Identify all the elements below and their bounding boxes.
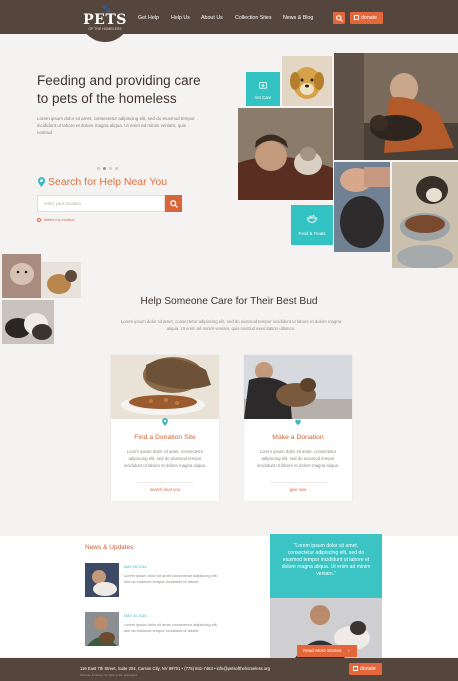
dog-portrait-photo	[282, 56, 332, 106]
best-bud-body: Lorem ipsum dolor sit amet, consectetur …	[120, 319, 342, 331]
vet-care-tile[interactable]: Vet Care	[246, 72, 280, 106]
dog-eating-bowl-photo	[392, 162, 458, 268]
donation-site-card[interactable]: Find a Donation Site Lorem ipsum dolor s…	[111, 355, 219, 501]
hero-title-line-1: Feeding and providing care	[37, 73, 201, 88]
detect-location-link[interactable]: detect my location	[44, 218, 75, 222]
give-now-link[interactable]: give now	[244, 487, 352, 492]
crosshair-icon	[37, 218, 41, 222]
hands-with-kitten-photo	[2, 254, 41, 298]
make-donation-card[interactable]: Make a Donation Lorem ipsum dolor sit am…	[244, 355, 352, 501]
news-thumb-photo	[85, 563, 119, 597]
hands-dog-photo	[334, 162, 390, 252]
food-bowl-icon	[307, 215, 317, 223]
food-treats-tile[interactable]: Food & Treats	[291, 205, 333, 245]
hero-title: Feeding and providing care to pets of th…	[37, 72, 237, 108]
vet-care-label: Vet Care	[254, 95, 272, 100]
card-title: Make a Donation	[272, 434, 324, 441]
news-thumb-photo	[85, 612, 119, 646]
footer-credit: Website & Design by Pets of the Homeless	[80, 673, 138, 677]
search-help-title: Search for Help Near You	[48, 176, 168, 188]
man-dog-hug-photo	[244, 355, 352, 419]
donate-label: donate	[360, 666, 376, 672]
nav-help-us[interactable]: Help Us	[171, 15, 190, 21]
footer-donate-button[interactable]: donate	[349, 663, 382, 675]
slider-dot[interactable]	[115, 167, 118, 170]
donate-label: donate	[361, 15, 377, 21]
news-date: MAY 20 2016	[124, 614, 147, 618]
hero-body: Lorem ipsum dolor sit amet, consectetur …	[37, 116, 195, 135]
man-hugging-dog-photo	[244, 355, 352, 419]
slider-dot-active[interactable]	[103, 167, 106, 170]
search-icon	[169, 199, 178, 208]
news-thumbnail[interactable]	[85, 612, 119, 646]
card-title: Find a Donation Site	[134, 434, 196, 441]
chevron-right-icon: ›	[348, 648, 350, 653]
kitten-photo	[2, 254, 41, 298]
nav-about-us[interactable]: About Us	[201, 15, 223, 21]
page: Get Help Help Us About Us Collection Sit…	[0, 0, 458, 681]
location-input[interactable]: enter your location	[37, 195, 165, 212]
read-more-stories-button[interactable]: Read More Stories ›	[297, 645, 357, 657]
food-treats-label: Food & Treats	[298, 231, 326, 236]
news-title: News & Updates	[85, 544, 134, 551]
man-with-dog-photo	[334, 53, 458, 160]
paw-icon: 🐾	[102, 6, 111, 13]
search-icon	[335, 14, 343, 22]
dog-and-cat-photo	[41, 262, 81, 298]
dog-bowl-photo	[392, 162, 458, 268]
man-dog-photo	[334, 53, 458, 160]
news-excerpt[interactable]: Lorem ipsum dolor sit amet consectetur a…	[124, 622, 219, 634]
nav-collection-sites[interactable]: Collection Sites	[235, 15, 272, 21]
man-with-cat-photo	[238, 108, 333, 200]
man-cat-photo	[238, 108, 333, 200]
logo[interactable]: 🐾 PETS OF THE HOMELESS	[80, 0, 130, 42]
best-bud-title: Help Someone Care for Their Best Bud	[140, 296, 318, 307]
nav-get-help[interactable]: Get Help	[138, 15, 159, 21]
card-divider	[270, 482, 326, 483]
news-section	[0, 536, 458, 657]
location-pin-icon	[38, 177, 45, 187]
card-body: Lorem ipsum dolor sit amet, consectetur …	[123, 449, 207, 468]
slider-dots	[97, 157, 121, 175]
donate-button[interactable]: donate	[350, 12, 383, 24]
card-divider	[137, 482, 193, 483]
dog-cat-photo	[41, 262, 81, 298]
location-pin-icon	[162, 418, 168, 426]
read-more-label: Read More Stories	[303, 648, 342, 653]
search-button[interactable]	[333, 12, 345, 24]
footer: 116 East 7th Street, Suite 204, Carson C…	[0, 658, 458, 681]
location-search-button[interactable]	[165, 195, 182, 212]
quote-text: “Lorem ipsum dolor sit amet, consectetur…	[281, 543, 371, 577]
cat-food-photo	[111, 355, 219, 419]
top-nav-bar: Get Help Help Us About Us Collection Sit…	[0, 0, 458, 34]
card-body: Lorem ipsum dolor sit amet, consectetur …	[256, 449, 340, 468]
hands-with-dog-photo	[334, 162, 390, 252]
dog-photo	[282, 56, 332, 106]
hero-title-line-2: to pets of the homeless	[37, 91, 177, 106]
testimonial-quote: “Lorem ipsum dolor sit amet, consectetur…	[270, 534, 382, 598]
cat-eating-photo	[111, 355, 219, 419]
slider-dot[interactable]	[97, 167, 100, 170]
news-date: MAY 26 2016	[124, 565, 147, 569]
gift-icon	[354, 15, 359, 20]
search-near-you-link[interactable]: search near you	[111, 487, 219, 492]
gift-icon	[295, 419, 301, 426]
gift-icon	[353, 666, 358, 671]
news-excerpt[interactable]: Lorem ipsum dolor sit amet consectetur a…	[124, 573, 219, 585]
news-thumbnail[interactable]	[85, 563, 119, 597]
medical-kit-icon	[259, 82, 267, 89]
slider-dot[interactable]	[109, 167, 112, 170]
nav-news-blog[interactable]: News & Blog	[283, 15, 313, 21]
footer-contact: 116 East 7th Street, Suite 204, Carson C…	[80, 666, 270, 671]
